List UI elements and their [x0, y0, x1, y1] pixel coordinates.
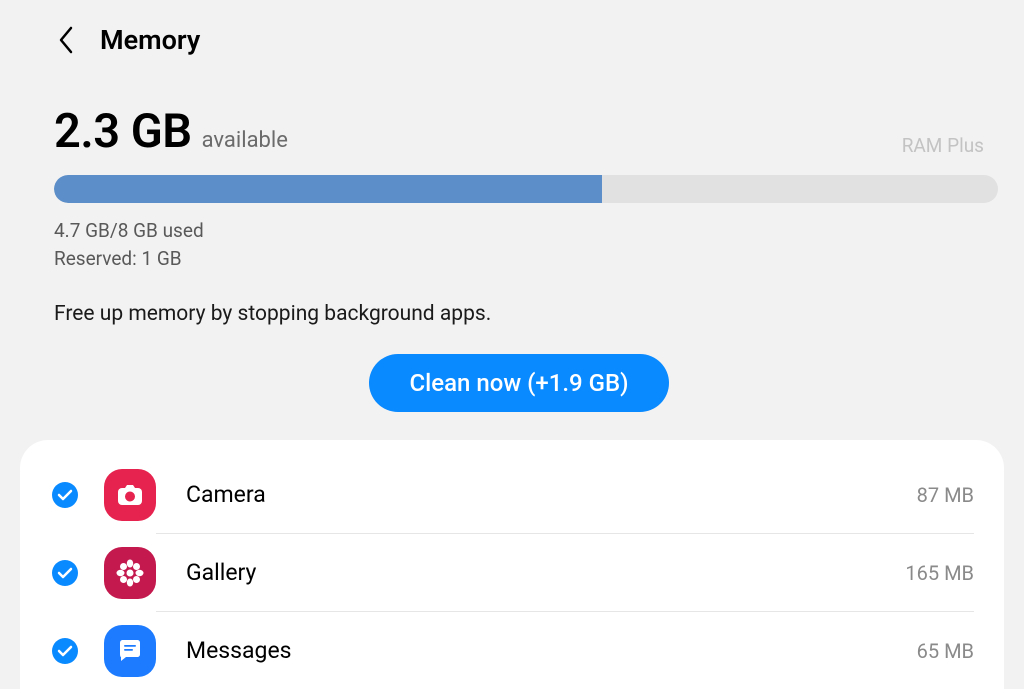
app-row[interactable]: Gallery 165 MB [52, 534, 974, 611]
app-row[interactable]: Messages 65 MB [52, 612, 974, 689]
description: Free up memory by stopping background ap… [54, 302, 984, 326]
camera-icon [104, 469, 156, 521]
app-size: 87 MB [917, 483, 974, 507]
clean-now-button[interactable]: Clean now (+1.9 GB) [369, 354, 668, 412]
app-name: Camera [186, 481, 917, 508]
header: Memory [0, 0, 1024, 74]
available-label: available [202, 128, 288, 159]
status-section: 2.3 GB available RAM Plus 4.7 GB/8 GB us… [0, 74, 1024, 412]
memory-progress-fill [54, 175, 602, 203]
app-name: Messages [186, 637, 917, 664]
app-size: 165 MB [905, 561, 974, 585]
back-icon[interactable] [56, 25, 78, 55]
used-line: 4.7 GB/8 GB used [54, 217, 984, 245]
usage-text: 4.7 GB/8 GB used Reserved: 1 GB [54, 217, 984, 272]
memory-progress-bar [54, 175, 998, 203]
app-row[interactable]: Camera 87 MB [52, 456, 974, 533]
checkbox-checked[interactable] [52, 560, 78, 586]
ram-plus-link[interactable]: RAM Plus [902, 134, 984, 159]
available-size: 2.3 GB [54, 104, 192, 159]
page-title: Memory [100, 24, 200, 56]
app-name: Gallery [186, 559, 905, 586]
checkbox-checked[interactable] [52, 482, 78, 508]
gallery-icon [104, 547, 156, 599]
app-size: 65 MB [917, 639, 974, 663]
messages-icon [104, 625, 156, 677]
checkbox-checked[interactable] [52, 638, 78, 664]
reserved-line: Reserved: 1 GB [54, 245, 984, 273]
app-list-card: Camera 87 MB Gallery 165 MB Messages 65 … [20, 440, 1004, 689]
